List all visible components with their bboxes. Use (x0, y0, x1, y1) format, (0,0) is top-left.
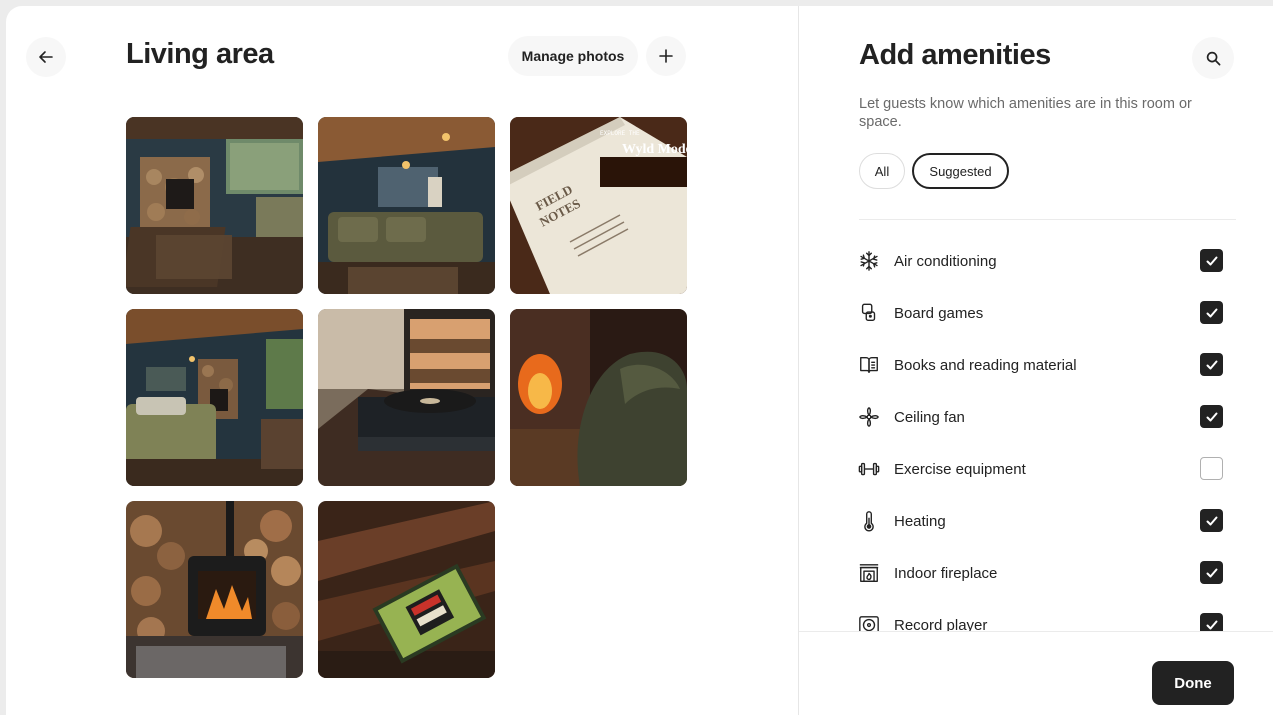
photo-notes-heading-text: Wyld Mode (622, 142, 687, 157)
photo-book-on-table[interactable] (318, 501, 495, 678)
photo-field-notes[interactable]: EXPLORE THE Wyld Mode FIELD NOTES (510, 117, 687, 294)
add-photo-button[interactable] (646, 36, 686, 76)
photo-record-player[interactable] (318, 309, 495, 486)
photo-notes-explore-text: EXPLORE THE (600, 130, 640, 137)
amenity-row-ceiling-fan[interactable]: Ceiling fan (857, 399, 1227, 435)
amenities-title: Add amenities (859, 39, 1051, 71)
amenity-checkbox[interactable] (1200, 405, 1223, 428)
amenity-checkbox[interactable] (1200, 509, 1223, 532)
board-games-icon (857, 301, 881, 325)
amenity-label: Air conditioning (894, 252, 997, 270)
amenity-row-heating[interactable]: Heating (857, 503, 1227, 539)
amenity-label: Board games (894, 304, 984, 322)
search-button[interactable] (1192, 37, 1234, 79)
search-icon (1206, 51, 1220, 65)
amenities-description: Let guests know which amenities are in t… (859, 96, 1192, 130)
amenity-label: Indoor fireplace (894, 564, 998, 582)
photo-pane: Living area Manage photos EXPLORE THE Wy… (6, 6, 798, 715)
amenity-checkbox[interactable] (1200, 457, 1223, 480)
amenity-checkbox[interactable] (1200, 249, 1223, 272)
amenities-footer: Done (799, 631, 1273, 715)
amenity-row-indoor-fireplace[interactable]: Indoor fireplace (857, 555, 1227, 591)
amenity-label: Record player (894, 616, 988, 632)
photo-living-room-sofa[interactable] (318, 117, 495, 294)
photo-grid: EXPLORE THE Wyld Mode FIELD NOTES (126, 117, 687, 678)
photo-living-room-window[interactable] (126, 309, 303, 486)
photo-living-room-stove[interactable] (126, 117, 303, 294)
page-title: Living area (126, 38, 274, 70)
amenity-row-exercise-equipment[interactable]: Exercise equipment (857, 451, 1227, 487)
amenity-checkbox[interactable] (1200, 561, 1223, 584)
amenity-row-air-conditioning[interactable]: Air conditioning (857, 243, 1227, 279)
checkmark-icon (1206, 360, 1217, 369)
checkmark-icon (1206, 412, 1217, 421)
amenity-checkbox[interactable] (1200, 301, 1223, 324)
amenities-pane: Add amenities Let guests know which amen… (798, 6, 1273, 715)
fan-icon (857, 405, 881, 429)
amenity-label: Books and reading material (894, 356, 1077, 374)
plus-icon (659, 49, 673, 63)
manage-photos-button[interactable]: Manage photos (508, 36, 638, 76)
amenity-checkbox[interactable] (1200, 353, 1223, 376)
amenity-row-record-player[interactable]: Record player (857, 607, 1227, 631)
photo-wood-stove[interactable] (126, 501, 303, 678)
photo-leather-chair-fireplace[interactable] (510, 309, 687, 486)
dumbbell-icon (857, 457, 881, 481)
amenity-label: Heating (894, 512, 946, 530)
amenity-list: Air conditioning Board games Books and r… (799, 235, 1273, 631)
amenity-label: Exercise equipment (894, 460, 1026, 478)
checkmark-icon (1206, 308, 1217, 317)
app-window: Living area Manage photos EXPLORE THE Wy… (6, 6, 1273, 715)
done-button[interactable]: Done (1152, 661, 1234, 705)
checkmark-icon (1206, 568, 1217, 577)
amenity-label: Ceiling fan (894, 408, 965, 426)
amenity-row-board-games[interactable]: Board games (857, 295, 1227, 331)
back-button[interactable] (26, 37, 66, 77)
arrow-left-icon (39, 51, 53, 63)
book-icon (857, 353, 881, 377)
record-player-icon (857, 613, 881, 631)
amenity-checkbox[interactable] (1200, 613, 1223, 631)
checkmark-icon (1206, 256, 1217, 265)
divider (859, 219, 1236, 220)
filter-chip-all[interactable]: All (859, 153, 905, 189)
checkmark-icon (1206, 516, 1217, 525)
filter-chip-suggested[interactable]: Suggested (912, 153, 1009, 189)
snowflake-icon (857, 249, 881, 273)
checkmark-icon (1206, 620, 1217, 629)
fireplace-icon (857, 561, 881, 585)
amenity-row-books[interactable]: Books and reading material (857, 347, 1227, 383)
thermometer-icon (857, 509, 881, 533)
